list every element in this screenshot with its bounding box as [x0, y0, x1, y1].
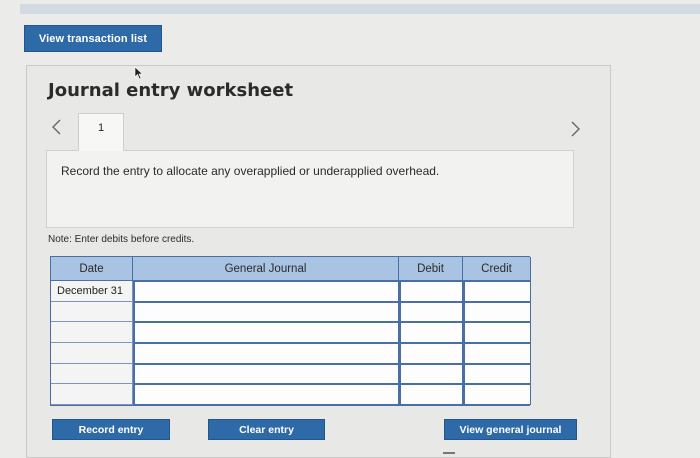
credit-input[interactable] [463, 301, 531, 323]
column-header-general-journal: General Journal [133, 257, 399, 281]
debit-input[interactable] [399, 322, 463, 343]
column-header-date: Date [51, 257, 133, 281]
debit-input[interactable] [399, 342, 463, 364]
chevron-left-icon[interactable] [50, 118, 64, 136]
account-input[interactable] [133, 322, 399, 343]
account-input[interactable] [133, 363, 399, 385]
date-cell[interactable] [51, 384, 133, 405]
column-header-debit: Debit [399, 257, 463, 281]
scroll-indicator [443, 452, 455, 454]
tab-entry-1[interactable]: 1 [78, 113, 124, 151]
credit-input[interactable] [463, 281, 531, 302]
debit-input[interactable] [399, 301, 463, 323]
date-cell[interactable] [51, 363, 133, 385]
account-input[interactable] [133, 384, 399, 405]
debit-input[interactable] [399, 384, 463, 405]
record-entry-button[interactable]: Record entry [52, 419, 170, 440]
view-general-journal-button[interactable]: View general journal [444, 419, 577, 440]
chevron-right-icon[interactable] [568, 120, 582, 138]
clear-entry-button[interactable]: Clear entry [208, 419, 325, 440]
instruction-text: Record the entry to allocate any overapp… [61, 164, 440, 178]
debit-input[interactable] [399, 281, 463, 302]
credit-input[interactable] [463, 363, 531, 385]
credit-input[interactable] [463, 384, 531, 405]
instruction-box [46, 150, 574, 228]
debit-input[interactable] [399, 363, 463, 385]
account-input[interactable] [133, 301, 399, 323]
account-input[interactable] [133, 281, 399, 302]
view-transaction-list-button[interactable]: View transaction list [24, 25, 162, 52]
date-cell[interactable]: December 31 [51, 281, 133, 302]
journal-entry-table: Date General Journal Debit Credit Decemb… [50, 256, 531, 406]
mouse-cursor-icon [134, 66, 144, 80]
note-text: Note: Enter debits before credits. [48, 234, 195, 245]
date-cell[interactable] [51, 342, 133, 364]
column-header-credit: Credit [463, 257, 531, 281]
date-cell[interactable] [51, 322, 133, 343]
date-cell[interactable] [51, 301, 133, 323]
account-input[interactable] [133, 342, 399, 364]
credit-input[interactable] [463, 342, 531, 364]
worksheet-title: Journal entry worksheet [48, 80, 294, 101]
credit-input[interactable] [463, 322, 531, 343]
top-bar [20, 4, 700, 14]
